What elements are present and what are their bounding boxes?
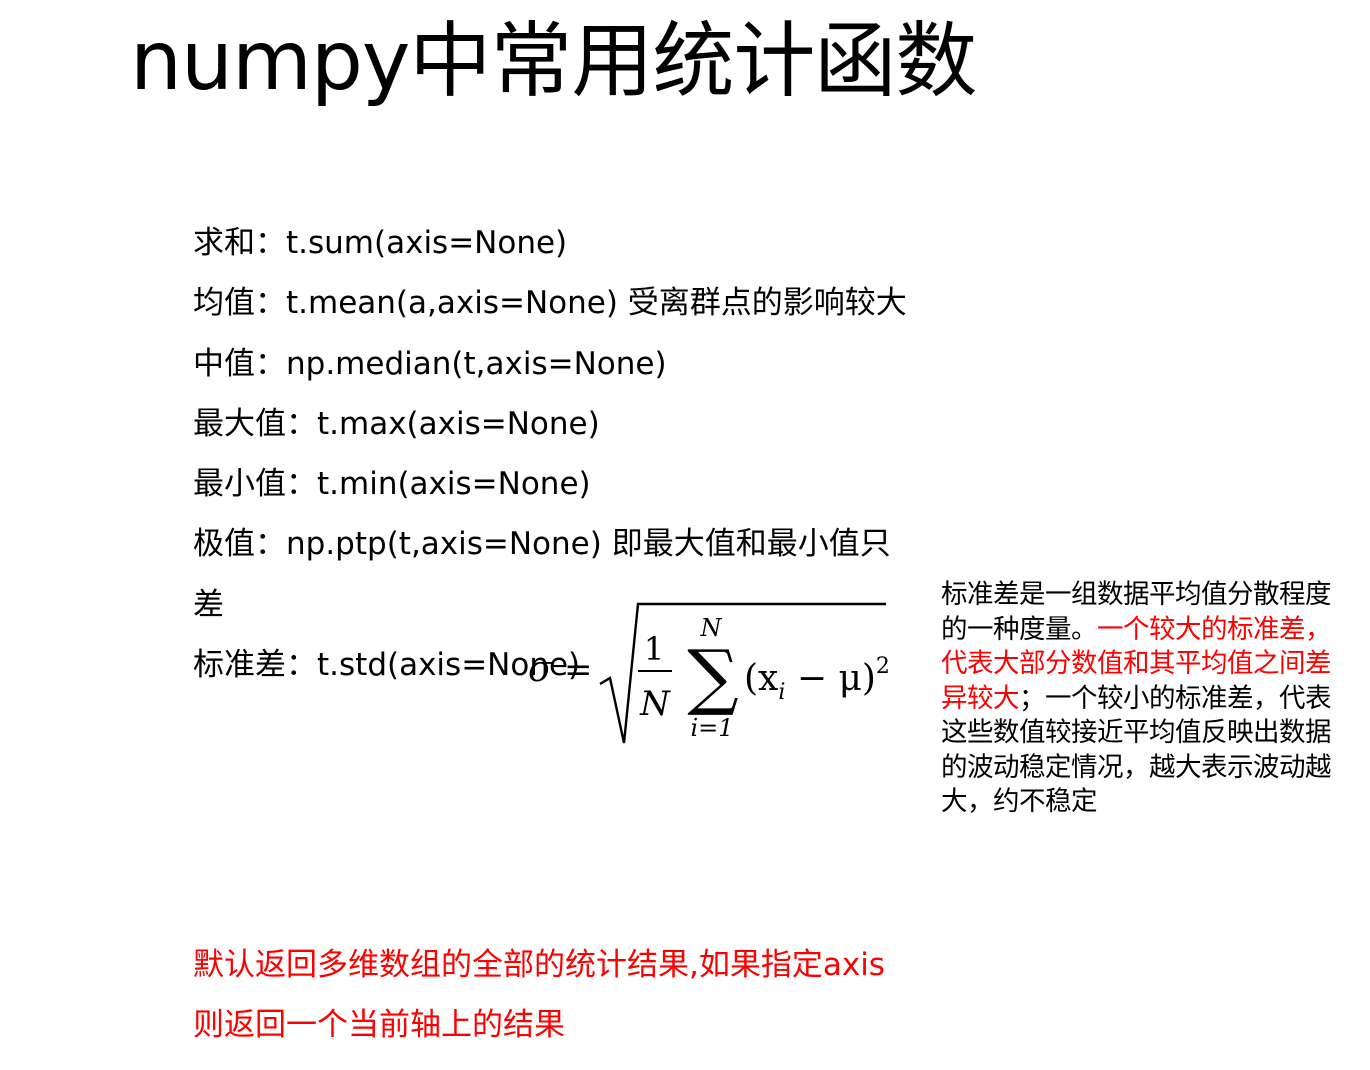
- formula-term: (xi − μ)2: [744, 654, 890, 705]
- summation-icon: ∑: [687, 634, 738, 718]
- axis-note-line2: 则返回一个当前轴上的结果: [193, 1007, 565, 1043]
- function-min: 最小值：t.min(axis=None): [193, 466, 591, 503]
- function-mean: 均值：t.mean(a,axis=None) 受离群点的影响较大: [193, 285, 907, 322]
- function-median: 中值：np.median(t,axis=None): [193, 345, 667, 382]
- function-ptp: 极值：np.ptp(t,axis=None) 即最大值和最小值只: [193, 526, 891, 563]
- formula-denominator: N: [639, 684, 671, 724]
- function-sum: 求和：t.sum(axis=None): [193, 225, 568, 261]
- formula-sigma: σ: [528, 649, 554, 690]
- axis-note-line1: 默认返回多维数组的全部的统计结果,如果指定axis: [193, 947, 885, 983]
- axis-note: 默认返回多维数组的全部的统计结果,如果指定axis 则返回一个当前轴上的结果: [193, 935, 885, 1055]
- page-title: numpy中常用统计函数: [130, 14, 977, 109]
- formula-numerator: 1: [644, 630, 664, 668]
- formula-equals: =: [564, 650, 593, 690]
- std-formula: σ = 1 N N ∑ i=1 (xi − μ)2: [520, 598, 890, 748]
- function-max: 最大值：t.max(axis=None): [193, 405, 600, 442]
- formula-lower-limit: i=1: [690, 714, 733, 742]
- std-explanation-note: 标准差是一组数据平均值分散程度的一种度量。一个较大的标准差，代表大部分数值和其平…: [941, 578, 1346, 820]
